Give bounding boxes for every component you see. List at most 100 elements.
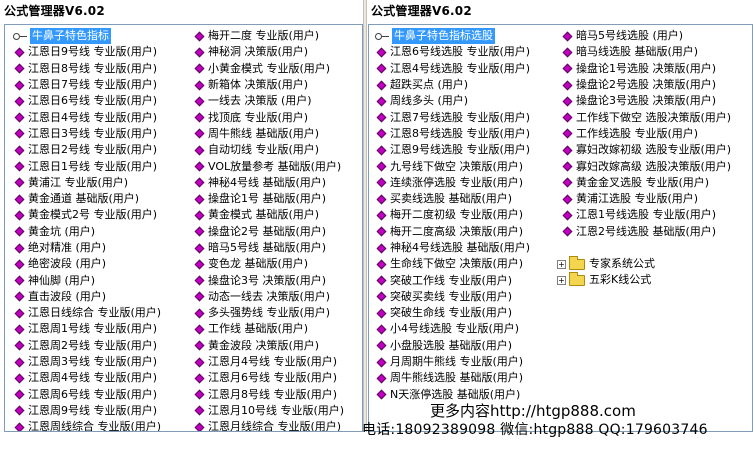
tree-item[interactable]: 寡妇改嫁高级 选股决策版(用户) <box>561 158 731 174</box>
tree-item[interactable]: 周线多头 (用户) <box>375 93 530 109</box>
tree-item[interactable]: 寡妇改嫁初级 选股专业版(用户) <box>561 142 731 158</box>
tree-item[interactable]: 黄浦江 专业版(用户) <box>13 175 161 191</box>
tree-item[interactable]: 江恩1号线选股 专业版(用户) <box>561 207 731 223</box>
tree-item[interactable]: 生命线下做空 决策版(用户) <box>375 256 530 272</box>
tree-item[interactable]: 暗马5号线选股 (用户) <box>561 28 731 44</box>
tree-item[interactable]: 绝密波段 (用户) <box>13 256 161 272</box>
tree-item[interactable]: 江恩周1号线 专业版(用户) <box>13 321 161 337</box>
diamond-icon <box>562 47 573 58</box>
tree-item[interactable]: 江恩周4号线 专业版(用户) <box>13 370 161 386</box>
tree-item[interactable]: 江恩日9号线 专业版(用户) <box>13 44 161 60</box>
tree-item[interactable]: 神仙脚 (用户) <box>13 272 161 288</box>
expand-plus-icon[interactable]: + <box>557 275 566 285</box>
right-formula-tree[interactable]: 牛鼻子特色指标选股 江恩6号线选股 专业版(用户) 江恩4号线选股 专业版(用户) 超… <box>368 24 753 432</box>
tree-item[interactable]: 黄金金叉选股 专业版(用户) <box>561 175 731 191</box>
tree-item[interactable]: 操盘论3号选股 决策版(用户) <box>561 93 731 109</box>
tree-item[interactable]: 小黄金模式 专业版(用户) <box>193 61 344 77</box>
tree-item[interactable]: 牛鼻子特色指标选股 <box>375 28 530 45</box>
tree-item[interactable]: 江恩9号线选股 专业版(用户) <box>375 142 530 158</box>
tree-item[interactable]: 操盘论2号 基础版(用户) <box>193 224 344 240</box>
diamond-icon <box>194 194 205 205</box>
tree-item[interactable]: 多头强势线 专业版(用户) <box>193 305 344 321</box>
tree-item[interactable]: 黄金波段 决策版(用户) <box>193 338 344 354</box>
tree-item[interactable]: 江恩日2号线 专业版(用户) <box>13 142 161 158</box>
tree-item[interactable]: 直击波段 (用户) <box>13 289 161 305</box>
tree-item-label: 暗马线选股 基础版(用户) <box>576 45 699 59</box>
tree-item[interactable]: 江恩月线综合 专业版(用户) <box>193 419 344 431</box>
tree-item[interactable]: 江恩日1号线 专业版(用户) <box>13 158 161 174</box>
tree-item[interactable]: 暗马线选股 基础版(用户) <box>561 44 731 60</box>
tree-item[interactable]: 神秘洞 决策版(用户) <box>193 44 344 60</box>
tree-item[interactable]: 神秘4号线 基础版(用户) <box>193 175 344 191</box>
tree-item[interactable]: 操盘论1号 基础版(用户) <box>193 191 344 207</box>
tree-item-label: 生命线下做空 决策版(用户) <box>390 257 524 271</box>
tree-item[interactable]: 梅开二度高级 决策版(用户) <box>375 224 530 240</box>
tree-item[interactable]: 找顶底 专业版(用户) <box>193 109 344 125</box>
tree-item[interactable]: 暗马5号线 基础版(用户) <box>193 240 344 256</box>
tree-item[interactable]: 江恩日6号线 专业版(用户) <box>13 93 161 109</box>
tree-item[interactable]: 变色龙 基础版(用户) <box>193 256 344 272</box>
tree-item[interactable]: 工作线下做空 选股决策版(用户) <box>561 109 731 125</box>
tree-item[interactable]: 江恩日8号线 专业版(用户) <box>13 61 161 77</box>
tree-item[interactable]: 工作线选股 专业版(用户) <box>561 126 731 142</box>
tree-item[interactable]: 黄金坑 (用户) <box>13 224 161 240</box>
tree-item[interactable]: 神秘4号线选股 基础版(用户) <box>375 240 530 256</box>
tree-item[interactable]: 月周期牛熊线 专业版(用户) <box>375 354 530 370</box>
tree-item[interactable]: 超跌买点 (用户) <box>375 77 530 93</box>
tree-item[interactable]: 江恩月4号线 专业版(用户) <box>193 354 344 370</box>
tree-item[interactable]: 牛鼻子特色指标 <box>13 28 161 45</box>
tree-item[interactable]: 自动切线 专业版(用户) <box>193 142 344 158</box>
tree-item[interactable]: 连续涨停选股 专业版(用户) <box>375 175 530 191</box>
tree-item[interactable]: 周牛熊线 基础版(用户) <box>193 126 344 142</box>
tree-item[interactable]: 梅开二度初级 专业版(用户) <box>375 207 530 223</box>
left-formula-tree[interactable]: 牛鼻子特色指标 江恩日9号线 专业版(用户) 江恩日8号线 专业版(用户) 江恩日7号… <box>4 24 363 432</box>
tree-item[interactable]: VOL放量参考 基础版(用户) <box>193 158 344 174</box>
tree-item[interactable]: 操盘论2号选股 决策版(用户) <box>561 77 731 93</box>
tree-item[interactable]: 突破生命线 专业版(用户) <box>375 305 530 321</box>
tree-item[interactable]: 梅开二度 专业版(用户) <box>193 28 344 44</box>
tree-item[interactable]: 黄金通道 基础版(用户) <box>13 191 161 207</box>
tree-item[interactable]: 江恩7号线选股 专业版(用户) <box>375 109 530 125</box>
tree-item[interactable]: 小盘股选股 基础版(用户) <box>375 338 530 354</box>
tree-item[interactable]: 江恩日3号线 专业版(用户) <box>13 126 161 142</box>
tree-item[interactable]: 动态一线去 决策版(用户) <box>193 289 344 305</box>
tree-item[interactable]: 江恩8号线选股 专业版(用户) <box>375 126 530 142</box>
tree-item[interactable]: 新箱体 决策版(用户) <box>193 77 344 93</box>
tree-item[interactable]: 工作线 基础版(用户) <box>193 321 344 337</box>
diamond-icon <box>14 63 25 74</box>
tree-item[interactable]: 黄浦江选股 专业版(用户) <box>561 191 731 207</box>
tree-item[interactable]: 操盘论3号 决策版(用户) <box>193 272 344 288</box>
tree-folder-item[interactable]: + 五彩K线公式 <box>557 271 655 288</box>
tree-item[interactable]: 黄金模式2号 专业版(用户) <box>13 207 161 223</box>
folder-icon <box>569 271 585 286</box>
tree-item[interactable]: 江恩月6号线 专业版(用户) <box>193 370 344 386</box>
expand-plus-icon[interactable]: + <box>557 259 566 269</box>
tree-item[interactable]: 江恩日4号线 专业版(用户) <box>13 109 161 125</box>
tree-item[interactable]: 江恩月10号线 专业版(用户) <box>193 403 344 419</box>
tree-item[interactable]: 江恩周3号线 专业版(用户) <box>13 354 161 370</box>
tree-item[interactable]: 绝对精准 (用户) <box>13 240 161 256</box>
tree-item[interactable]: 江恩日线综合 专业版(用户) <box>13 305 161 321</box>
tree-item[interactable]: 江恩周6号线 专业版(用户) <box>13 387 161 403</box>
tree-item[interactable]: 一线去 决策版 (用户) <box>193 93 344 109</box>
tree-item-label: 操盘论1号选股 决策版(用户) <box>576 61 717 75</box>
tree-item[interactable]: 小4号线选股 专业版(用户) <box>375 321 530 337</box>
tree-item[interactable]: 江恩2号线选股 基础版(用户) <box>561 224 731 240</box>
tree-item[interactable]: 江恩日7号线 专业版(用户) <box>13 77 161 93</box>
tree-item[interactable]: 突破工作线 专业版(用户) <box>375 272 530 288</box>
tree-item[interactable]: 江恩6号线选股 专业版(用户) <box>375 44 530 60</box>
footer-more-link[interactable]: 更多内容http://htgp888.com <box>430 400 636 421</box>
tree-item[interactable]: 江恩周2号线 专业版(用户) <box>13 338 161 354</box>
tree-item[interactable]: 买卖线选股 基础版(用户) <box>375 191 530 207</box>
tree-item[interactable]: 操盘论1号选股 决策版(用户) <box>561 61 731 77</box>
tree-item[interactable]: 江恩月8号线 专业版(用户) <box>193 387 344 403</box>
tree-item[interactable]: 突破买卖线 专业版(用户) <box>375 289 530 305</box>
tree-item[interactable]: 黄金模式 基础版(用户) <box>193 207 344 223</box>
tree-item[interactable]: 江恩周线综合 专业版(用户) <box>13 419 161 431</box>
tree-item[interactable]: 江恩周9号线 专业版(用户) <box>13 403 161 419</box>
tree-item[interactable]: 江恩4号线选股 专业版(用户) <box>375 61 530 77</box>
diamond-icon <box>194 210 205 221</box>
tree-item[interactable]: 周牛熊线选股 基础版(用户) <box>375 370 530 386</box>
tree-item[interactable]: 九号线下做空 决策版(用户) <box>375 158 530 174</box>
tree-folder-item[interactable]: + 专家系统公式 <box>557 255 655 272</box>
